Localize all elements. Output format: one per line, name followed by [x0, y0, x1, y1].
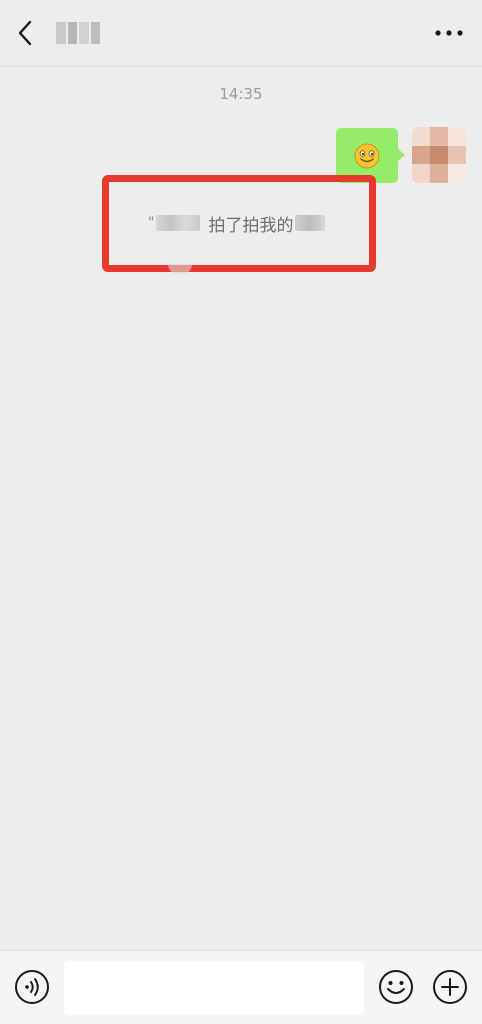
emoji-button[interactable]	[378, 969, 414, 1005]
more-options-button[interactable]	[434, 22, 464, 44]
pat-action-text: 拍了拍我的	[208, 215, 294, 236]
plus-circle-icon	[433, 970, 467, 1004]
back-button[interactable]	[12, 18, 42, 48]
more-dots-icon	[435, 30, 463, 36]
smiley-emoji-icon	[354, 143, 380, 168]
pat-notification: " 拍了拍我的	[148, 212, 326, 236]
input-bar	[0, 950, 482, 1024]
chat-screen: 14:35 " 拍了拍我的	[0, 0, 482, 1024]
message-timestamp: 14:35	[219, 85, 263, 103]
chevron-left-icon	[18, 20, 32, 46]
pat-quote-mark: "	[148, 215, 155, 231]
chat-header	[0, 0, 482, 67]
voice-icon	[15, 970, 49, 1004]
emoji-icon	[379, 970, 413, 1004]
my-avatar-redacted[interactable]	[412, 127, 466, 183]
message-input[interactable]	[64, 961, 364, 1015]
patter-name-redacted	[156, 215, 201, 231]
more-functions-button[interactable]	[432, 969, 468, 1005]
voice-button[interactable]	[14, 969, 50, 1005]
pat-notice-tail	[168, 264, 192, 274]
contact-name-redacted	[56, 22, 100, 44]
pat-target-redacted	[295, 215, 326, 231]
